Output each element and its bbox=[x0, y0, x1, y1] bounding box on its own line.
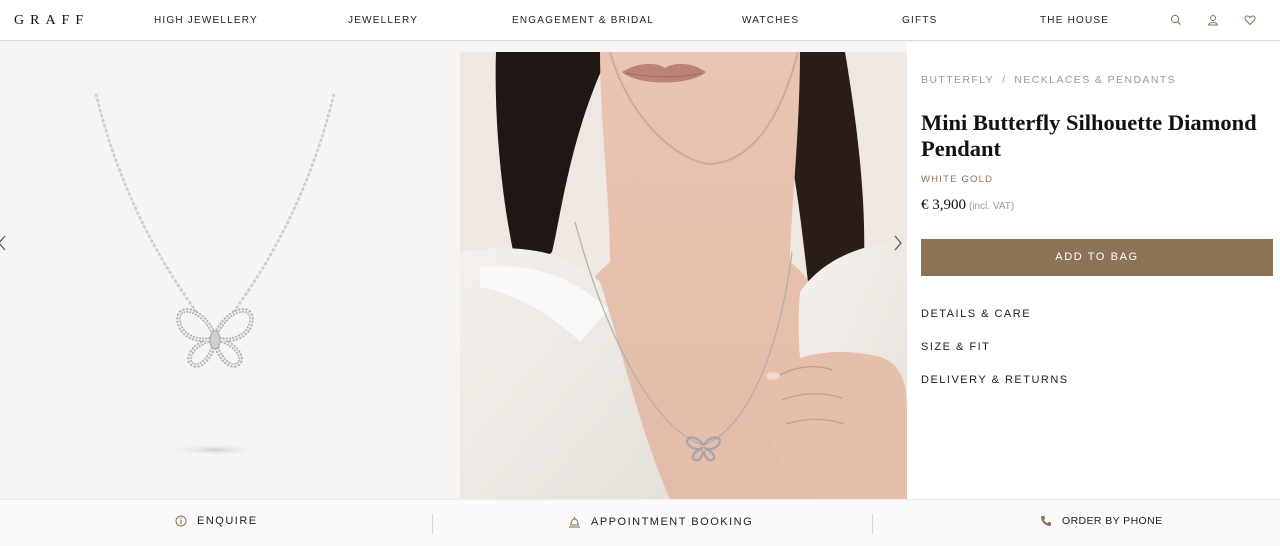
product-image[interactable] bbox=[0, 42, 440, 499]
model-image[interactable] bbox=[460, 52, 907, 499]
product-price: € 3,900 bbox=[921, 197, 966, 213]
enquire-button[interactable]: ENQUIRE bbox=[175, 515, 258, 527]
breadcrumb-necklaces-pendants[interactable]: NECKLACES & PENDANTS bbox=[1014, 74, 1176, 86]
nav-high-jewellery[interactable]: HIGH JEWELLERY bbox=[154, 15, 258, 26]
info-icon bbox=[175, 515, 187, 527]
bottom-divider bbox=[872, 514, 873, 534]
breadcrumb: BUTTERFLY / NECKLACES & PENDANTS bbox=[921, 74, 1176, 86]
account-icon[interactable] bbox=[1207, 14, 1219, 26]
breadcrumb-butterfly[interactable]: BUTTERFLY bbox=[921, 74, 994, 86]
nav-engagement-bridal[interactable]: ENGAGEMENT & BRIDAL bbox=[512, 15, 654, 26]
phone-icon bbox=[1040, 516, 1051, 527]
product-details-panel: BUTTERFLY / NECKLACES & PENDANTS Mini Butt… bbox=[907, 42, 1280, 499]
accordion-size-fit[interactable]: SIZE & FIT bbox=[921, 341, 990, 353]
vat-note: (incl. VAT) bbox=[969, 201, 1015, 212]
appointment-booking-label: APPOINTMENT BOOKING bbox=[591, 515, 754, 528]
product-title: Mini Butterfly Silhouette Diamond Pendan… bbox=[921, 110, 1257, 161]
graff-logo[interactable]: GRAFF bbox=[14, 13, 89, 29]
product-metal: WHITE GOLD bbox=[921, 174, 994, 185]
order-by-phone-button[interactable]: ORDER BY PHONE bbox=[1040, 515, 1163, 527]
nav-the-house[interactable]: THE HOUSE bbox=[1040, 15, 1109, 26]
site-header: GRAFF HIGH JEWELLERY JEWELLERY ENGAGEMEN… bbox=[0, 0, 1280, 41]
accordion-details-care[interactable]: DETAILS & CARE bbox=[921, 308, 1031, 320]
product-gallery bbox=[0, 42, 907, 499]
search-icon[interactable] bbox=[1170, 14, 1182, 26]
enquire-label: ENQUIRE bbox=[197, 515, 258, 527]
order-by-phone-label: ORDER BY PHONE bbox=[1062, 515, 1163, 527]
nav-jewellery[interactable]: JEWELLERY bbox=[348, 15, 418, 26]
chevron-right-icon[interactable] bbox=[890, 232, 906, 254]
accordion-delivery-returns[interactable]: DELIVERY & RETURNS bbox=[921, 374, 1069, 386]
appointment-bell-icon bbox=[569, 517, 580, 528]
breadcrumb-separator: / bbox=[1002, 74, 1007, 86]
bottom-divider bbox=[432, 514, 433, 534]
nav-watches[interactable]: WATCHES bbox=[742, 15, 799, 26]
add-to-bag-button[interactable]: ADD TO BAG bbox=[921, 239, 1273, 276]
bottom-action-bar: ENQUIRE APPOINTMENT BOOKING ORDER BY PHO… bbox=[0, 499, 1280, 546]
appointment-booking-button[interactable]: APPOINTMENT BOOKING bbox=[568, 515, 753, 528]
nav-gifts[interactable]: GIFTS bbox=[902, 15, 937, 26]
wishlist-heart-icon[interactable] bbox=[1244, 14, 1256, 26]
chevron-left-icon[interactable] bbox=[0, 232, 10, 254]
product-price-row: € 3,900 (incl. VAT) bbox=[921, 197, 1014, 214]
